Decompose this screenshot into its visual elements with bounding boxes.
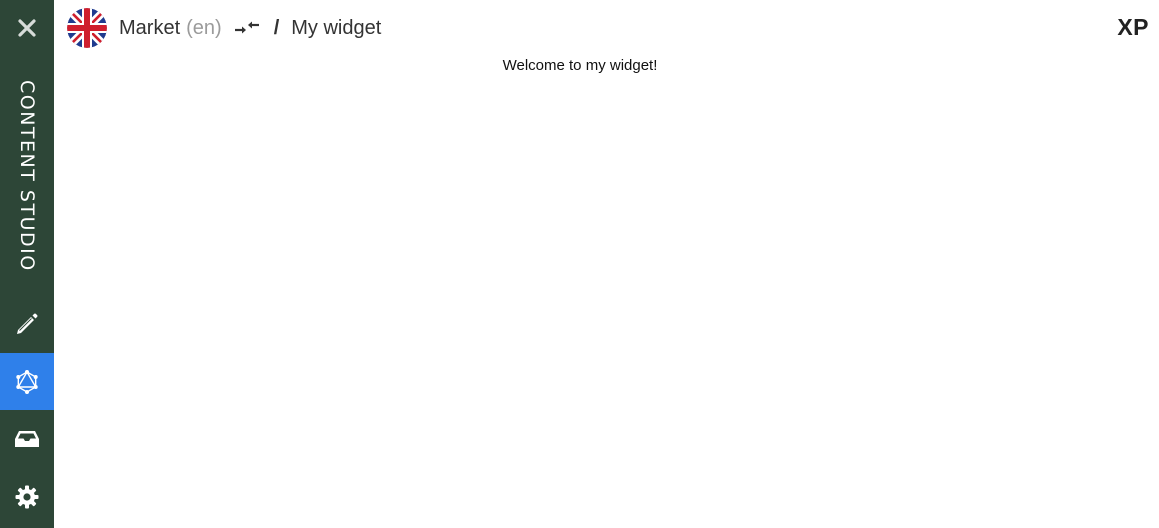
- app-title-text: CONTENT STUDIO: [16, 80, 38, 272]
- sidebar: CONTENT STUDIO: [0, 0, 54, 528]
- gear-icon: [15, 485, 39, 508]
- graphql-icon: [16, 369, 38, 394]
- welcome-message: Welcome to my widget!: [502, 57, 658, 74]
- header: Market (en) / My widget XP: [54, 0, 1159, 56]
- project-name[interactable]: Market: [119, 17, 180, 40]
- project-language: (en): [186, 16, 222, 39]
- close-icon: [18, 19, 36, 37]
- xp-logo[interactable]: XP: [1117, 14, 1149, 41]
- inbox-icon: [15, 430, 39, 447]
- close-sidebar-button[interactable]: [0, 0, 54, 56]
- pencil-icon: [17, 313, 38, 334]
- uk-flag-icon: [67, 8, 107, 48]
- widget-content: Welcome to my widget!: [54, 56, 1159, 528]
- switch-project-button[interactable]: [234, 19, 260, 37]
- breadcrumb-separator: /: [273, 16, 280, 39]
- sidebar-item-issues[interactable]: [0, 410, 54, 467]
- app-title: CONTENT STUDIO: [0, 80, 54, 272]
- app-window: CONTENT STUDIO Market (en) / My widget X…: [0, 0, 1159, 528]
- breadcrumb: Market (en) / My widget: [119, 0, 381, 56]
- switch-project-icon: [234, 21, 259, 34]
- sidebar-item-settings[interactable]: [0, 468, 54, 525]
- sidebar-item-content[interactable]: [0, 295, 54, 352]
- widget-name: My widget: [291, 16, 382, 39]
- sidebar-item-graphql[interactable]: [0, 353, 54, 410]
